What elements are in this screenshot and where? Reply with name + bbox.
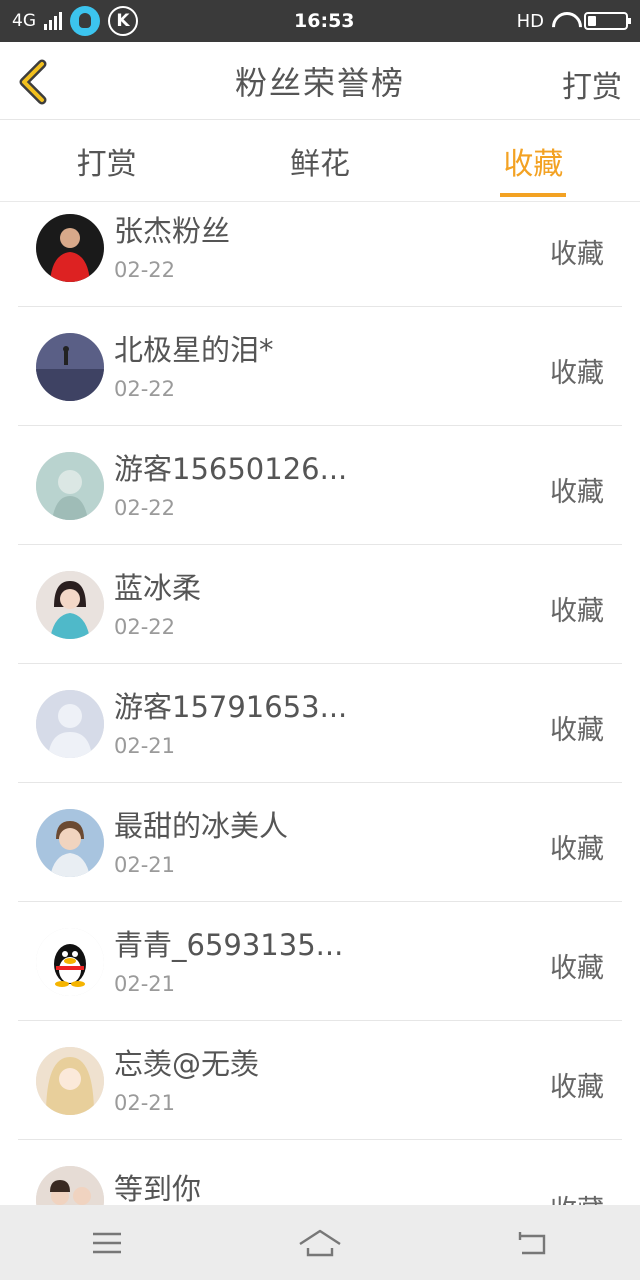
title-bar: 粉丝荣誉榜 打赏 <box>0 42 640 120</box>
favorite-label[interactable]: 收藏 <box>550 232 604 271</box>
fan-name: 忘羡@无羡 <box>114 1047 260 1081</box>
list-item[interactable]: 蓝冰柔 02-22 收藏 <box>18 545 622 664</box>
home-button[interactable] <box>280 1213 360 1273</box>
avatar <box>36 452 104 520</box>
fan-date: 02-22 <box>114 496 176 520</box>
chevron-left-icon <box>19 59 47 105</box>
list-item[interactable]: 等到你 收藏 <box>18 1140 622 1205</box>
fan-name: 等到你 <box>114 1172 202 1205</box>
clock: 16:53 <box>294 10 355 32</box>
home-icon <box>299 1229 341 1256</box>
fan-name: 北极星的泪* <box>114 333 274 367</box>
reward-button[interactable]: 打赏 <box>562 62 622 106</box>
favorite-label[interactable]: 收藏 <box>550 827 604 866</box>
avatar <box>36 214 104 282</box>
fan-name: 蓝冰柔 <box>114 571 202 605</box>
status-left: 4G K <box>12 6 232 36</box>
menu-icon <box>92 1232 121 1253</box>
list-item[interactable]: 青青_6593135... 02-21 收藏 <box>18 902 622 1021</box>
hd-indicator: HD <box>516 10 544 32</box>
favorite-label[interactable]: 收藏 <box>550 946 604 985</box>
fan-date: 02-22 <box>114 377 176 401</box>
list-item[interactable]: 忘羡@无羡 02-21 收藏 <box>18 1021 622 1140</box>
fan-name: 张杰粉丝 <box>114 214 231 248</box>
fan-date: 02-21 <box>114 1091 176 1115</box>
avatar <box>36 809 104 877</box>
status-bar: 4G K 16:53 HD <box>0 0 640 42</box>
battery-icon <box>584 12 631 30</box>
favorite-label[interactable]: 收藏 <box>550 1065 604 1104</box>
wifi-icon <box>552 12 576 30</box>
back-button[interactable] <box>14 58 58 106</box>
back-nav-button[interactable] <box>493 1213 573 1273</box>
avatar <box>36 928 104 996</box>
favorite-label[interactable]: 收藏 <box>550 351 604 390</box>
fan-date: 02-22 <box>114 615 176 639</box>
tab-bar: 打赏 鲜花 收藏 <box>0 121 640 202</box>
tab-flowers[interactable]: 鲜花 <box>213 121 426 201</box>
fan-date: 02-22 <box>114 258 176 282</box>
system-nav-bar <box>0 1205 640 1280</box>
back-icon <box>519 1231 546 1254</box>
avatar <box>36 1166 104 1205</box>
fan-name: 最甜的冰美人 <box>114 809 289 843</box>
signal-icon <box>44 12 62 30</box>
network-type: 4G <box>12 11 36 31</box>
list-item[interactable]: 游客15791653... 02-21 收藏 <box>18 664 622 783</box>
status-right: HD <box>516 10 631 32</box>
qq-notification-icon <box>70 6 100 36</box>
page-title: 粉丝荣誉榜 <box>234 63 405 102</box>
favorite-label[interactable]: 收藏 <box>550 1188 604 1205</box>
fan-date: 02-21 <box>114 734 176 758</box>
menu-button[interactable] <box>67 1213 147 1273</box>
fan-list[interactable]: 张杰粉丝 02-22 收藏 北极星的泪* 02-22 收藏 游客15650126… <box>0 203 640 1205</box>
list-item[interactable]: 北极星的泪* 02-22 收藏 <box>18 307 622 426</box>
tab-favorites[interactable]: 收藏 <box>427 121 640 201</box>
avatar <box>36 571 104 639</box>
fan-date: 02-21 <box>114 972 176 996</box>
favorite-label[interactable]: 收藏 <box>550 708 604 747</box>
favorite-label[interactable]: 收藏 <box>550 470 604 509</box>
avatar <box>36 333 104 401</box>
list-item[interactable]: 最甜的冰美人 02-21 收藏 <box>18 783 622 902</box>
list-item[interactable]: 张杰粉丝 02-22 收藏 <box>18 203 622 307</box>
avatar <box>36 1047 104 1115</box>
fan-name: 游客15791653... <box>114 690 348 724</box>
fan-name: 游客15650126... <box>114 452 348 486</box>
favorite-label[interactable]: 收藏 <box>550 589 604 628</box>
list-item[interactable]: 游客15650126... 02-22 收藏 <box>18 426 622 545</box>
fan-date: 02-21 <box>114 853 176 877</box>
k-app-icon: K <box>108 6 138 36</box>
avatar <box>36 690 104 758</box>
tab-reward[interactable]: 打赏 <box>0 121 213 201</box>
fan-name: 青青_6593135... <box>114 928 344 962</box>
